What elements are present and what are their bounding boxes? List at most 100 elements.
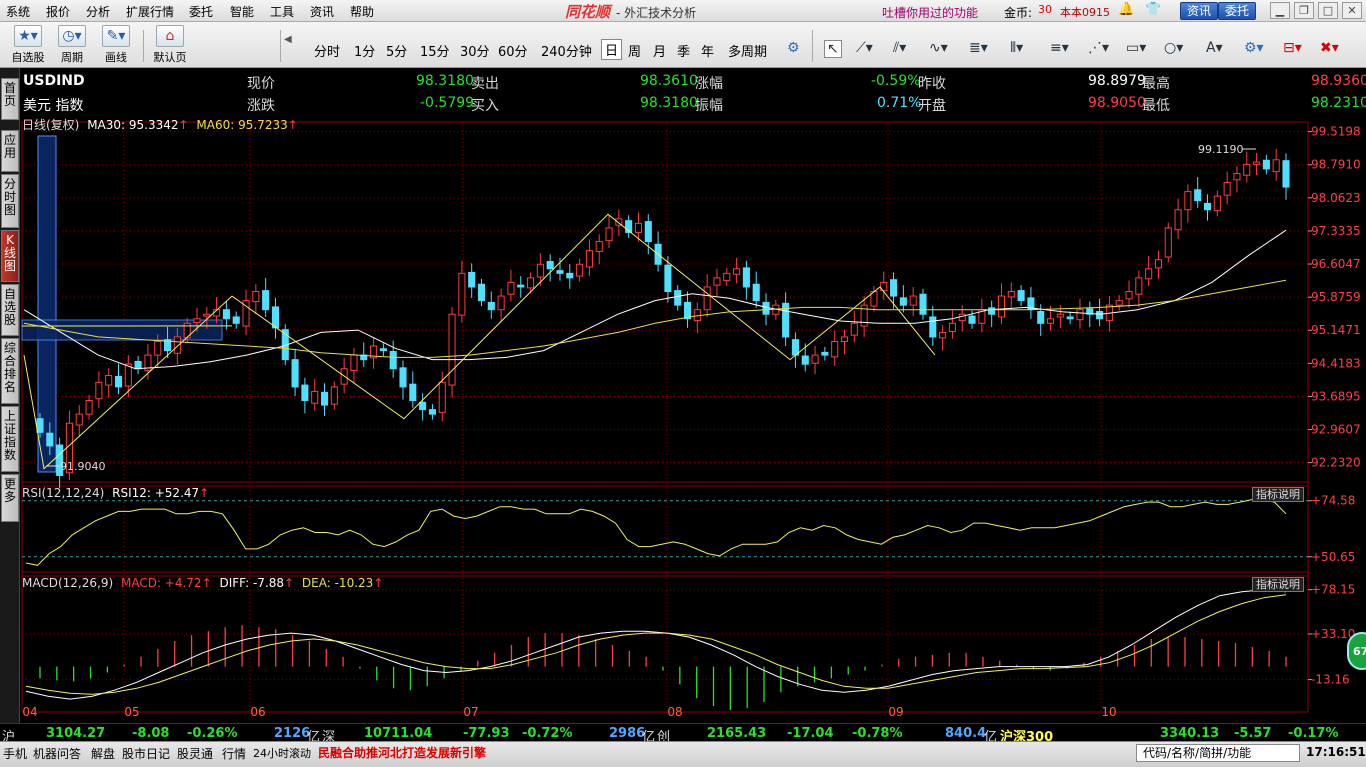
candle-body <box>252 291 260 303</box>
hs300-pct: -0.17% <box>1288 726 1339 741</box>
status-24h-scroll[interactable]: 24小时滚动 <box>253 745 311 761</box>
rsi-help-button[interactable]: 指标说明 <box>1252 487 1304 502</box>
candle-body <box>262 290 270 311</box>
x-axis-label: 04 <box>22 705 37 719</box>
price-axis-label: 93.6895 <box>1311 389 1361 403</box>
price-axis-label: 94.4183 <box>1311 356 1361 370</box>
macd-label[interactable]: MACD(12,26,9) <box>22 576 113 590</box>
candle-body <box>1164 227 1172 258</box>
candle-body <box>409 383 417 402</box>
bid-label: 买入 <box>471 98 499 114</box>
dea-value: DEA: -10.23 <box>301 576 374 590</box>
symbol-name: 美元 指数 <box>23 98 84 114</box>
ma60-label: MA60: 95.7233 <box>196 118 288 132</box>
candle-body <box>134 360 142 370</box>
candle-body <box>438 381 446 413</box>
candle-body <box>742 267 750 288</box>
candle-body <box>713 277 721 286</box>
main-indicator-row: 日线(复权) MA30: 95.3342↑ MA60: 95.7233↑ <box>22 118 298 132</box>
candle-body <box>1125 291 1133 300</box>
kline-mode-label[interactable]: 日线(复权) <box>22 118 79 132</box>
code-search-input[interactable]: 代码/名称/简拼/功能 <box>1136 744 1300 762</box>
main-panel-frame <box>21 121 1309 487</box>
candle-body <box>958 313 966 322</box>
candle-body <box>36 418 44 433</box>
candle-body <box>585 250 593 268</box>
low-value: 98.2310 <box>1311 95 1366 111</box>
status-diary[interactable]: 股市日记 <box>122 745 170 762</box>
candle-body <box>1115 300 1123 306</box>
prevclose-value: 98.8979 <box>1088 73 1146 89</box>
candle-body <box>1154 259 1162 269</box>
macd-diff-line <box>25 589 1287 700</box>
chgpct-value: -0.59% <box>871 73 921 89</box>
candle-body <box>929 316 937 338</box>
candle-body <box>762 301 770 315</box>
candle-body <box>477 283 486 302</box>
candle-body <box>222 309 230 320</box>
candle-body <box>1233 172 1241 181</box>
change-value: -0.5799 <box>420 95 475 111</box>
sz-index-change: -77.93 <box>463 726 510 741</box>
rsi-label[interactable]: RSI(12,12,24) <box>22 486 104 500</box>
x-axis-label: 10 <box>1101 705 1116 719</box>
rsi-indicator-row: RSI(12,12,24) RSI12: +52.47↑ <box>22 486 210 500</box>
candle-body <box>497 295 505 311</box>
cy-index-pct: -0.78% <box>852 726 903 741</box>
candle-body <box>1272 159 1280 173</box>
floating-assistant-ball[interactable]: 67 <box>1347 632 1366 670</box>
status-market[interactable]: 行情 <box>222 745 246 762</box>
candle-body <box>271 306 280 329</box>
candle-body <box>703 286 711 311</box>
status-analysis[interactable]: 解盘 <box>91 745 115 762</box>
candle-body <box>948 322 956 332</box>
candle-body <box>1037 310 1045 324</box>
index-ticker[interactable]: 沪 3104.27 -8.08 -0.26% 2126 亿 深 10711.04… <box>0 723 1366 745</box>
candle-body <box>939 331 947 339</box>
price-label: 现价 <box>247 76 275 92</box>
candle-body <box>556 270 564 274</box>
candle-body <box>105 375 113 386</box>
candle-body <box>1184 191 1192 211</box>
candle-body <box>546 261 554 270</box>
status-robot-qa[interactable]: 机器问答 <box>33 745 81 762</box>
candle-body <box>507 281 515 295</box>
candle-body <box>733 268 741 275</box>
cy-index-change: -17.04 <box>787 726 834 741</box>
amp-label: 振幅 <box>695 98 723 114</box>
candle-body <box>1096 310 1104 320</box>
candle-body <box>840 336 849 342</box>
candle-body <box>723 272 731 282</box>
ma30-label: MA30: 95.3342 <box>87 118 179 132</box>
chgpct-label: 涨幅 <box>695 76 723 92</box>
open-value: 98.9050 <box>1088 95 1146 111</box>
cy-index-amount: 840.4 <box>945 726 987 741</box>
candle-body <box>203 313 211 317</box>
sh-index-amount: 2126 <box>274 726 311 741</box>
diff-value: DIFF: -7.88 <box>219 576 285 590</box>
price-value: 98.3180 <box>416 73 474 89</box>
status-mobile[interactable]: 手机 <box>3 745 27 762</box>
sz-index-amount: 2986 <box>609 726 646 741</box>
candle-body <box>664 264 672 293</box>
macd-help-button[interactable]: 指标说明 <box>1252 577 1304 592</box>
candle-body <box>458 272 466 316</box>
hs300-value: 3340.13 <box>1160 726 1220 741</box>
open-label: 开盘 <box>918 98 946 114</box>
macd-value: MACD: +4.72 <box>120 576 202 590</box>
candle-body <box>988 307 996 315</box>
status-gulingtong[interactable]: 股灵通 <box>177 745 213 762</box>
candle-body <box>95 381 103 400</box>
candle-body <box>566 272 574 279</box>
candle-body <box>527 277 535 289</box>
candle-body <box>634 222 643 233</box>
candle-body <box>752 283 760 302</box>
candle-body <box>899 297 907 306</box>
candle-body <box>291 359 299 388</box>
sh-index-value: 3104.27 <box>46 726 106 741</box>
candle-body <box>1223 182 1231 196</box>
symbol-code: USDIND <box>23 73 85 89</box>
candle-body <box>448 313 456 386</box>
news-ticker[interactable]: 民融合助推河北打造发展新引擎 <box>318 744 1118 761</box>
candle-body <box>850 322 858 336</box>
